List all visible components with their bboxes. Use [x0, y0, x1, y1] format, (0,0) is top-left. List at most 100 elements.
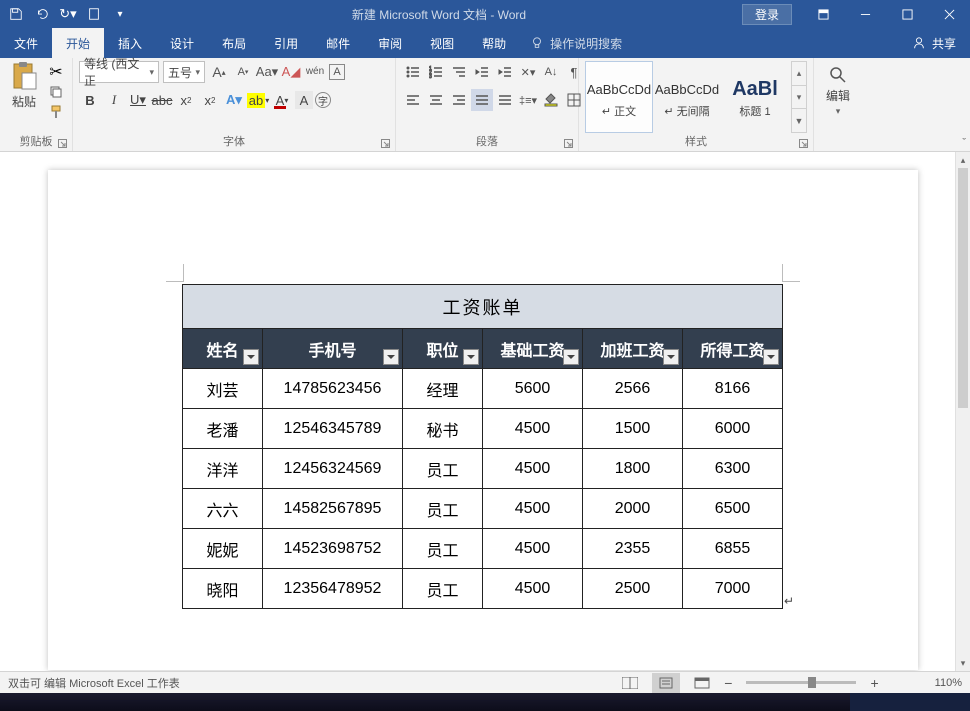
- filter-icon[interactable]: [663, 349, 679, 365]
- salary-table[interactable]: 工资账单 姓名手机号职位基础工资加班工资所得工资 刘芸14785623456经理…: [182, 284, 783, 609]
- highlight-icon[interactable]: ab▾: [247, 89, 269, 111]
- multilevel-icon[interactable]: [448, 61, 470, 83]
- print-layout-icon[interactable]: [652, 673, 680, 693]
- cell[interactable]: 4500: [483, 409, 583, 449]
- cell[interactable]: 14582567895: [263, 489, 403, 529]
- cell[interactable]: 晓阳: [183, 569, 263, 609]
- change-case-icon[interactable]: Aa▾: [257, 61, 277, 83]
- cell[interactable]: 六六: [183, 489, 263, 529]
- paste-button[interactable]: 粘贴: [6, 61, 42, 110]
- table-row[interactable]: 晓阳12356478952员工450025007000: [183, 569, 783, 609]
- justify-icon[interactable]: [471, 89, 493, 111]
- cell[interactable]: 经理: [403, 369, 483, 409]
- scroll-down-icon[interactable]: ▾: [956, 655, 970, 671]
- cell[interactable]: 6300: [683, 449, 783, 489]
- table-row[interactable]: 老潘12546345789秘书450015006000: [183, 409, 783, 449]
- cell[interactable]: 12456324569: [263, 449, 403, 489]
- cell[interactable]: 8166: [683, 369, 783, 409]
- filter-icon[interactable]: [763, 349, 779, 365]
- web-layout-icon[interactable]: [688, 673, 716, 693]
- col-5[interactable]: 所得工资: [683, 329, 783, 369]
- cell[interactable]: 1800: [583, 449, 683, 489]
- col-2[interactable]: 职位: [403, 329, 483, 369]
- zoom-thumb[interactable]: [808, 677, 816, 688]
- bold-button[interactable]: B: [79, 89, 101, 111]
- decrease-indent-icon[interactable]: [471, 61, 493, 83]
- login-button[interactable]: 登录: [742, 4, 792, 25]
- cell[interactable]: 12546345789: [263, 409, 403, 449]
- filter-icon[interactable]: [463, 349, 479, 365]
- filter-icon[interactable]: [383, 349, 399, 365]
- share-button[interactable]: 共享: [898, 28, 970, 58]
- subscript-button[interactable]: x2: [175, 89, 197, 111]
- style-normal[interactable]: AaBbCcDd↵ 正文: [585, 61, 653, 133]
- scroll-thumb[interactable]: [958, 168, 968, 408]
- table-row[interactable]: 妮妮14523698752员工450023556855: [183, 529, 783, 569]
- cell[interactable]: 7000: [683, 569, 783, 609]
- cell[interactable]: 14523698752: [263, 529, 403, 569]
- styles-gallery-more[interactable]: ▴▾▼: [791, 61, 807, 133]
- qat-customize-icon[interactable]: [82, 2, 106, 26]
- zoom-in-icon[interactable]: +: [870, 675, 878, 691]
- cell[interactable]: 员工: [403, 569, 483, 609]
- tab-home[interactable]: 开始: [52, 28, 104, 58]
- tab-design[interactable]: 设计: [156, 28, 208, 58]
- minimize-icon[interactable]: [844, 0, 886, 28]
- styles-dialog-icon[interactable]: [797, 137, 809, 149]
- tab-help[interactable]: 帮助: [468, 28, 520, 58]
- cell[interactable]: 2500: [583, 569, 683, 609]
- align-right-icon[interactable]: [448, 89, 470, 111]
- collapse-ribbon-icon[interactable]: ˇ: [962, 137, 966, 149]
- table-row[interactable]: 六六14582567895员工450020006500: [183, 489, 783, 529]
- zoom-level-right[interactable]: 110%: [935, 677, 962, 689]
- read-mode-icon[interactable]: [616, 673, 644, 693]
- font-color-icon[interactable]: A▾: [271, 89, 293, 111]
- phonetic-guide-icon[interactable]: wén: [305, 61, 325, 83]
- cell[interactable]: 2566: [583, 369, 683, 409]
- style-nospacing[interactable]: AaBbCcDd↵ 无间隔: [653, 61, 721, 133]
- underline-button[interactable]: U▾: [127, 89, 149, 111]
- paragraph-dialog-icon[interactable]: [562, 137, 574, 149]
- tab-layout[interactable]: 布局: [208, 28, 260, 58]
- cell[interactable]: 6000: [683, 409, 783, 449]
- cell[interactable]: 6855: [683, 529, 783, 569]
- cell[interactable]: 员工: [403, 489, 483, 529]
- vertical-scrollbar[interactable]: ▴ ▾: [955, 152, 970, 671]
- asian-layout-icon[interactable]: ✕▾: [517, 61, 539, 83]
- col-4[interactable]: 加班工资: [583, 329, 683, 369]
- align-left-icon[interactable]: [402, 89, 424, 111]
- copy-icon[interactable]: [46, 83, 66, 101]
- qat-more-icon[interactable]: ▾: [108, 2, 132, 26]
- cell[interactable]: 14785623456: [263, 369, 403, 409]
- cell[interactable]: 秘书: [403, 409, 483, 449]
- enclose-char-icon[interactable]: 字: [315, 92, 331, 108]
- document-area[interactable]: 工资账单 姓名手机号职位基础工资加班工资所得工资 刘芸14785623456经理…: [0, 152, 955, 671]
- shading-icon[interactable]: [540, 89, 562, 111]
- table-row[interactable]: 洋洋12456324569员工450018006300: [183, 449, 783, 489]
- scroll-up-icon[interactable]: ▴: [956, 152, 970, 168]
- col-0[interactable]: 姓名: [183, 329, 263, 369]
- format-painter-icon[interactable]: [46, 103, 66, 121]
- cell[interactable]: 老潘: [183, 409, 263, 449]
- cell[interactable]: 4500: [483, 449, 583, 489]
- cell[interactable]: 2000: [583, 489, 683, 529]
- char-border-icon[interactable]: A: [329, 64, 345, 80]
- cell[interactable]: 6500: [683, 489, 783, 529]
- tab-insert[interactable]: 插入: [104, 28, 156, 58]
- line-spacing-icon[interactable]: ‡≡▾: [517, 89, 539, 111]
- tab-review[interactable]: 审阅: [364, 28, 416, 58]
- cell[interactable]: 5600: [483, 369, 583, 409]
- save-icon[interactable]: [4, 2, 28, 26]
- tab-file[interactable]: 文件: [0, 28, 52, 58]
- filter-icon[interactable]: [563, 349, 579, 365]
- tell-me-search[interactable]: 操作说明搜索: [520, 28, 632, 58]
- cell[interactable]: 刘芸: [183, 369, 263, 409]
- style-heading1[interactable]: AaBl标题 1: [721, 61, 789, 133]
- text-effects-icon[interactable]: A▾: [223, 89, 245, 111]
- cell[interactable]: 洋洋: [183, 449, 263, 489]
- shrink-font-icon[interactable]: A▾: [233, 61, 253, 83]
- distributed-icon[interactable]: [494, 89, 516, 111]
- clipboard-dialog-icon[interactable]: [56, 137, 68, 149]
- grow-font-icon[interactable]: A▴: [209, 61, 229, 83]
- tab-references[interactable]: 引用: [260, 28, 312, 58]
